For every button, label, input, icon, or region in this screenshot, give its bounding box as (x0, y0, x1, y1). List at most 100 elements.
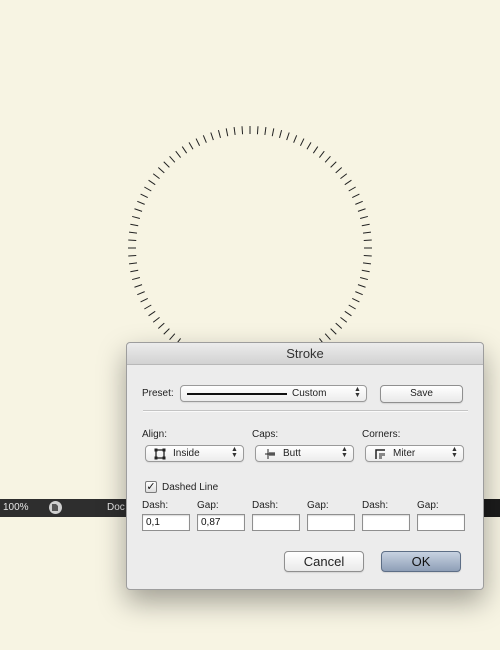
dash-tick (134, 284, 143, 288)
dash-tick (293, 135, 298, 143)
dash-tick (217, 130, 221, 139)
save-button[interactable]: Save (380, 385, 463, 403)
gap-label: Gap: (417, 500, 439, 511)
dash-tick (134, 208, 143, 212)
dash-tick (355, 200, 363, 205)
dash-tick (128, 262, 138, 265)
dash-tick (140, 193, 148, 199)
caps-popup[interactable]: Butt ▲ ▼ (255, 445, 354, 462)
dash-label: Dash: (142, 500, 169, 511)
dash-tick (362, 262, 372, 265)
dash-tick (128, 231, 138, 234)
dash-tick (157, 322, 165, 329)
dash-tick (188, 142, 194, 150)
dash-tick (286, 132, 290, 141)
dash-tick (152, 317, 160, 323)
gap-field-2[interactable] (307, 514, 355, 531)
separator (143, 410, 468, 412)
corners-popup[interactable]: Miter ▲ ▼ (365, 445, 464, 462)
preset-label: Preset: (142, 388, 174, 399)
corner-miter-icon (375, 449, 385, 459)
document-label: Doc (107, 502, 125, 513)
corners-value: Miter (393, 448, 416, 459)
dash-tick (340, 317, 348, 323)
popup-arrows-icon: ▲ ▼ (451, 446, 458, 459)
dash-tick (355, 291, 363, 296)
dash-tick (157, 167, 165, 174)
caps-value: Butt (283, 448, 301, 459)
dash-tick (144, 304, 152, 310)
dash-tick (299, 138, 305, 146)
dash-tick (130, 223, 139, 227)
line-preview-icon (187, 393, 287, 395)
gap-label: Gap: (197, 500, 219, 511)
dash-tick (357, 284, 366, 288)
zoom-level[interactable]: 100% (3, 502, 29, 513)
dash-tick (233, 126, 236, 136)
align-popup[interactable]: Inside ▲ ▼ (145, 445, 244, 462)
dash-tick (163, 328, 170, 335)
dash-tick (344, 179, 352, 186)
preset-value: Custom (292, 388, 327, 399)
dash-tick (324, 155, 331, 163)
gap-field-1[interactable]: 0,87 (197, 514, 245, 531)
dash-tick (348, 186, 356, 192)
document-info-icon[interactable] (49, 501, 62, 514)
dash-tick (152, 173, 160, 179)
dash-tick (312, 146, 319, 154)
corners-label: Corners: (362, 429, 401, 440)
dash-tick (195, 138, 201, 146)
dash-tick (306, 142, 312, 150)
dash-tick (163, 161, 170, 168)
dash-tick (324, 333, 331, 341)
popup-arrows-icon: ▲ ▼ (354, 386, 361, 399)
align-label: Align: (142, 429, 168, 440)
dash-tick (241, 126, 244, 135)
dash-field-1[interactable]: 0,1 (142, 514, 190, 531)
stroke-dialog: Stroke Preset: Custom ▲ ▼ Save Align: Cap… (126, 342, 484, 590)
gap-field-3[interactable] (417, 514, 465, 531)
dash-tick (271, 128, 275, 137)
dash-tick (362, 231, 372, 234)
dash-field-2[interactable] (252, 514, 300, 531)
dash-tick (256, 126, 259, 135)
dashed-line-label: Dashed Line (162, 482, 219, 493)
dialog-title: Stroke (127, 343, 483, 365)
dash-tick (202, 135, 207, 143)
dash-tick (359, 215, 368, 219)
dash-tick (319, 150, 325, 158)
dash-tick (335, 167, 343, 174)
dash-tick (128, 239, 137, 242)
dash-tick (137, 291, 145, 296)
dash-tick (181, 146, 188, 154)
dash-tick (330, 328, 337, 335)
dash-tick (137, 200, 145, 205)
dash-field-3[interactable] (362, 514, 410, 531)
dash-tick (361, 269, 370, 273)
dash-tick (359, 277, 368, 281)
dash-tick (361, 223, 370, 227)
popup-arrows-icon: ▲ ▼ (231, 446, 238, 459)
dash-tick (148, 310, 156, 317)
preset-popup[interactable]: Custom ▲ ▼ (180, 385, 367, 402)
dash-tick (344, 310, 352, 317)
popup-arrows-icon: ▲ ▼ (341, 446, 348, 459)
dash-tick (264, 126, 267, 136)
gap-label: Gap: (307, 500, 329, 511)
dash-tick (132, 215, 141, 219)
cap-butt-icon (265, 449, 275, 459)
dashed-line-checkbox[interactable]: ✓ (145, 481, 157, 493)
dashed-circle-shape[interactable] (128, 126, 372, 370)
dash-tick (357, 208, 366, 212)
dash-tick (169, 333, 176, 341)
dash-label: Dash: (362, 500, 389, 511)
caps-label: Caps: (252, 429, 279, 440)
cancel-button[interactable]: Cancel (284, 551, 364, 572)
align-inside-icon (154, 448, 166, 460)
dash-tick (130, 269, 139, 273)
align-value: Inside (173, 448, 200, 459)
dash-tick (210, 132, 214, 141)
dash-tick (128, 254, 137, 257)
dash-tick (225, 128, 229, 137)
ok-button[interactable]: OK (381, 551, 461, 572)
